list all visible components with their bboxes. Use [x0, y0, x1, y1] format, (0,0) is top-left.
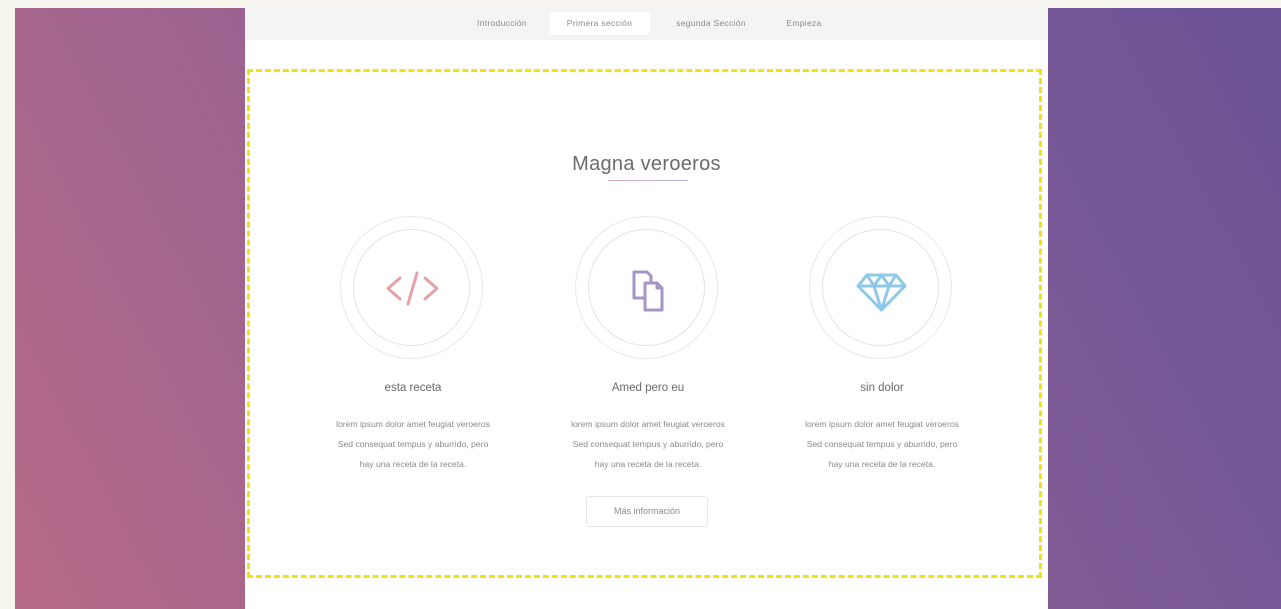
more-info-button[interactable]: Más información: [586, 496, 708, 527]
icon-ring-inner: [353, 229, 470, 346]
feature-title: esta receta: [384, 382, 442, 394]
section-title: Magna veroeros: [572, 152, 721, 175]
feature-title: sin dolor: [860, 382, 904, 394]
feature-description: lorem ipsum dolor amet feugiat veroeros …: [571, 419, 725, 469]
icon-ring-inner: [822, 229, 939, 346]
icon-ring-inner: [588, 229, 705, 346]
feature-card: sin dolor lorem ipsum dolor amet feugiat…: [767, 216, 997, 476]
diamond-icon: [856, 273, 907, 312]
nav-item-primera-seccion[interactable]: Primera sección: [549, 12, 650, 35]
top-nav: Introducción Primera sección segunda Sec…: [245, 8, 1048, 40]
code-icon: [386, 271, 439, 306]
copy-icon: [632, 270, 664, 312]
feature-card: esta receta lorem ipsum dolor amet feugi…: [298, 216, 528, 476]
icon-ring: [575, 216, 718, 359]
nav-item-empieza[interactable]: Empieza: [770, 12, 838, 35]
feature-description: lorem ipsum dolor amet feugiat veroeros …: [805, 419, 959, 469]
icon-ring: [340, 216, 483, 359]
icon-ring: [809, 216, 952, 359]
feature-title: Amed pero eu: [611, 382, 685, 394]
title-underline: [608, 180, 688, 181]
content-panel: Introducción Primera sección segunda Sec…: [245, 8, 1048, 609]
feature-card: Amed pero eu lorem ipsum dolor amet feug…: [533, 216, 763, 476]
nav-item-segunda-seccion[interactable]: segunda Sección: [659, 12, 763, 35]
feature-description: lorem ipsum dolor amet feugiat veroeros …: [336, 419, 490, 469]
nav-item-introduccion[interactable]: Introducción: [457, 12, 547, 35]
